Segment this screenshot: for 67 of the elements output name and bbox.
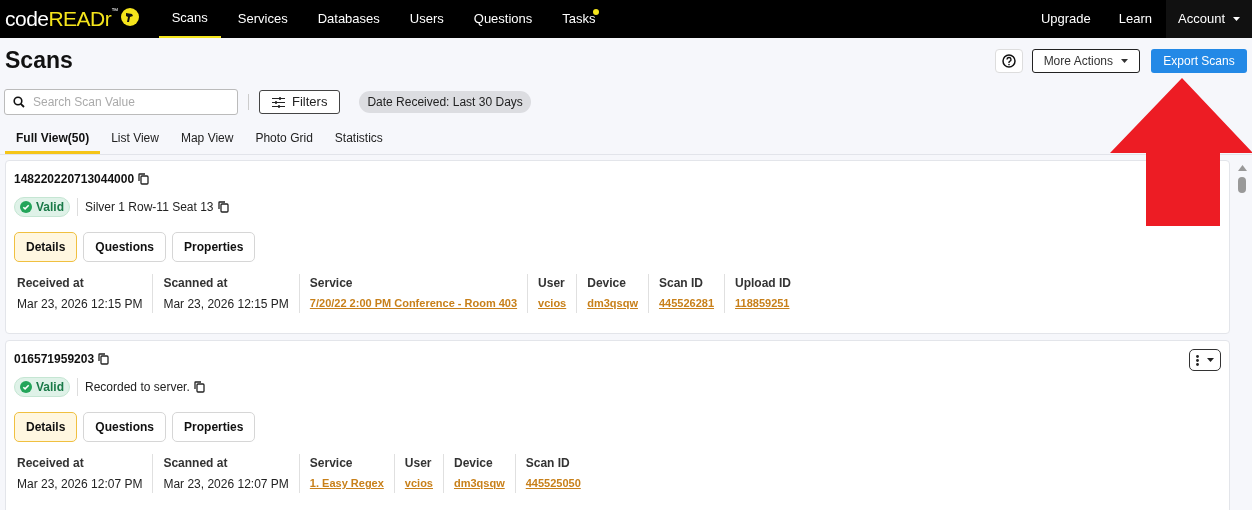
scanner-logo-icon bbox=[120, 8, 139, 26]
card-tab[interactable]: Details bbox=[14, 412, 78, 442]
card-tab[interactable]: Questions bbox=[83, 412, 167, 442]
sliders-icon bbox=[272, 96, 285, 108]
card-tab[interactable]: Questions bbox=[83, 232, 167, 262]
export-scans-button[interactable]: Export Scans bbox=[1151, 49, 1247, 73]
help-button[interactable] bbox=[994, 49, 1023, 73]
kebab-icon bbox=[1196, 354, 1199, 366]
nav-item[interactable]: Tasks bbox=[549, 0, 609, 38]
view-tab[interactable]: List View bbox=[100, 125, 170, 154]
field-label: Scanned at bbox=[163, 275, 229, 292]
card-tab[interactable]: Properties bbox=[172, 232, 256, 262]
view-tab[interactable]: Photo Grid bbox=[244, 125, 324, 154]
field-label: Received at bbox=[17, 275, 85, 292]
caret-icon bbox=[1233, 17, 1240, 21]
scan-value: Recorded to server. bbox=[85, 379, 190, 396]
view-tab[interactable]: Map View bbox=[169, 125, 245, 154]
view-tab[interactable]: Statistics bbox=[323, 125, 394, 154]
field-label: Device bbox=[587, 275, 627, 292]
kebab-menu-button[interactable] bbox=[1189, 349, 1221, 371]
field-value: Mar 23, 2026 12:07 PM bbox=[163, 476, 289, 493]
field-value: Mar 23, 2026 12:15 PM bbox=[17, 296, 143, 313]
card-tab[interactable]: Details bbox=[14, 232, 78, 262]
status-badge: Valid bbox=[14, 377, 70, 397]
field-label: User bbox=[538, 275, 566, 292]
page-title: Scans bbox=[5, 45, 73, 75]
field-label: Device bbox=[454, 455, 494, 472]
caret-icon bbox=[1121, 59, 1128, 63]
nav-item[interactable]: Scans bbox=[158, 0, 221, 38]
view-tab[interactable]: Full View(50) bbox=[5, 125, 101, 154]
filter-chip[interactable]: Date Received: Last 30 Days bbox=[359, 91, 531, 113]
copy-icon[interactable] bbox=[98, 353, 110, 365]
search-field[interactable]: Search Scan Value bbox=[4, 89, 238, 115]
status-badge: Valid bbox=[14, 197, 70, 217]
scrollbar-thumb[interactable] bbox=[1238, 177, 1246, 193]
nav-item[interactable]: Questions bbox=[460, 0, 546, 38]
account-menu[interactable]: Account bbox=[1166, 0, 1252, 38]
scan-value: Silver 1 Row-11 Seat 13 bbox=[85, 199, 214, 216]
check-circle-icon bbox=[20, 201, 32, 213]
help-icon bbox=[1001, 54, 1016, 68]
field-label: Scan ID bbox=[525, 455, 571, 472]
field-label: Scan ID bbox=[658, 275, 704, 292]
search-icon bbox=[13, 96, 25, 108]
filters-button[interactable]: Filters bbox=[259, 90, 341, 114]
more-actions-button[interactable]: More Actions bbox=[1031, 49, 1140, 73]
caret-icon bbox=[1207, 358, 1214, 362]
field-value: Mar 23, 2026 12:15 PM bbox=[163, 296, 289, 313]
check-circle-icon bbox=[20, 381, 32, 393]
copy-icon[interactable] bbox=[193, 381, 205, 393]
field-label: User bbox=[404, 455, 433, 472]
scan-code: 148220220713044000 bbox=[14, 171, 135, 188]
card-tab[interactable]: Properties bbox=[172, 412, 256, 442]
nav-item[interactable]: Services bbox=[224, 0, 301, 38]
nav-link[interactable]: Learn bbox=[1104, 0, 1166, 38]
field-value: Mar 23, 2026 12:07 PM bbox=[17, 476, 143, 493]
nav-link[interactable]: Upgrade bbox=[1026, 0, 1105, 38]
scroll-up-icon bbox=[1237, 165, 1247, 171]
nav-item[interactable]: Databases bbox=[304, 0, 393, 38]
field-label: Upload ID bbox=[735, 275, 792, 292]
field-label: Received at bbox=[17, 455, 85, 472]
copy-icon[interactable] bbox=[138, 173, 150, 185]
copy-icon[interactable] bbox=[217, 201, 229, 213]
field-label: Service bbox=[309, 455, 354, 472]
field-label: Service bbox=[309, 275, 354, 292]
scan-code: 016571959203 bbox=[14, 351, 95, 368]
field-label: Scanned at bbox=[163, 455, 229, 472]
nav-item[interactable]: Users bbox=[396, 0, 457, 38]
